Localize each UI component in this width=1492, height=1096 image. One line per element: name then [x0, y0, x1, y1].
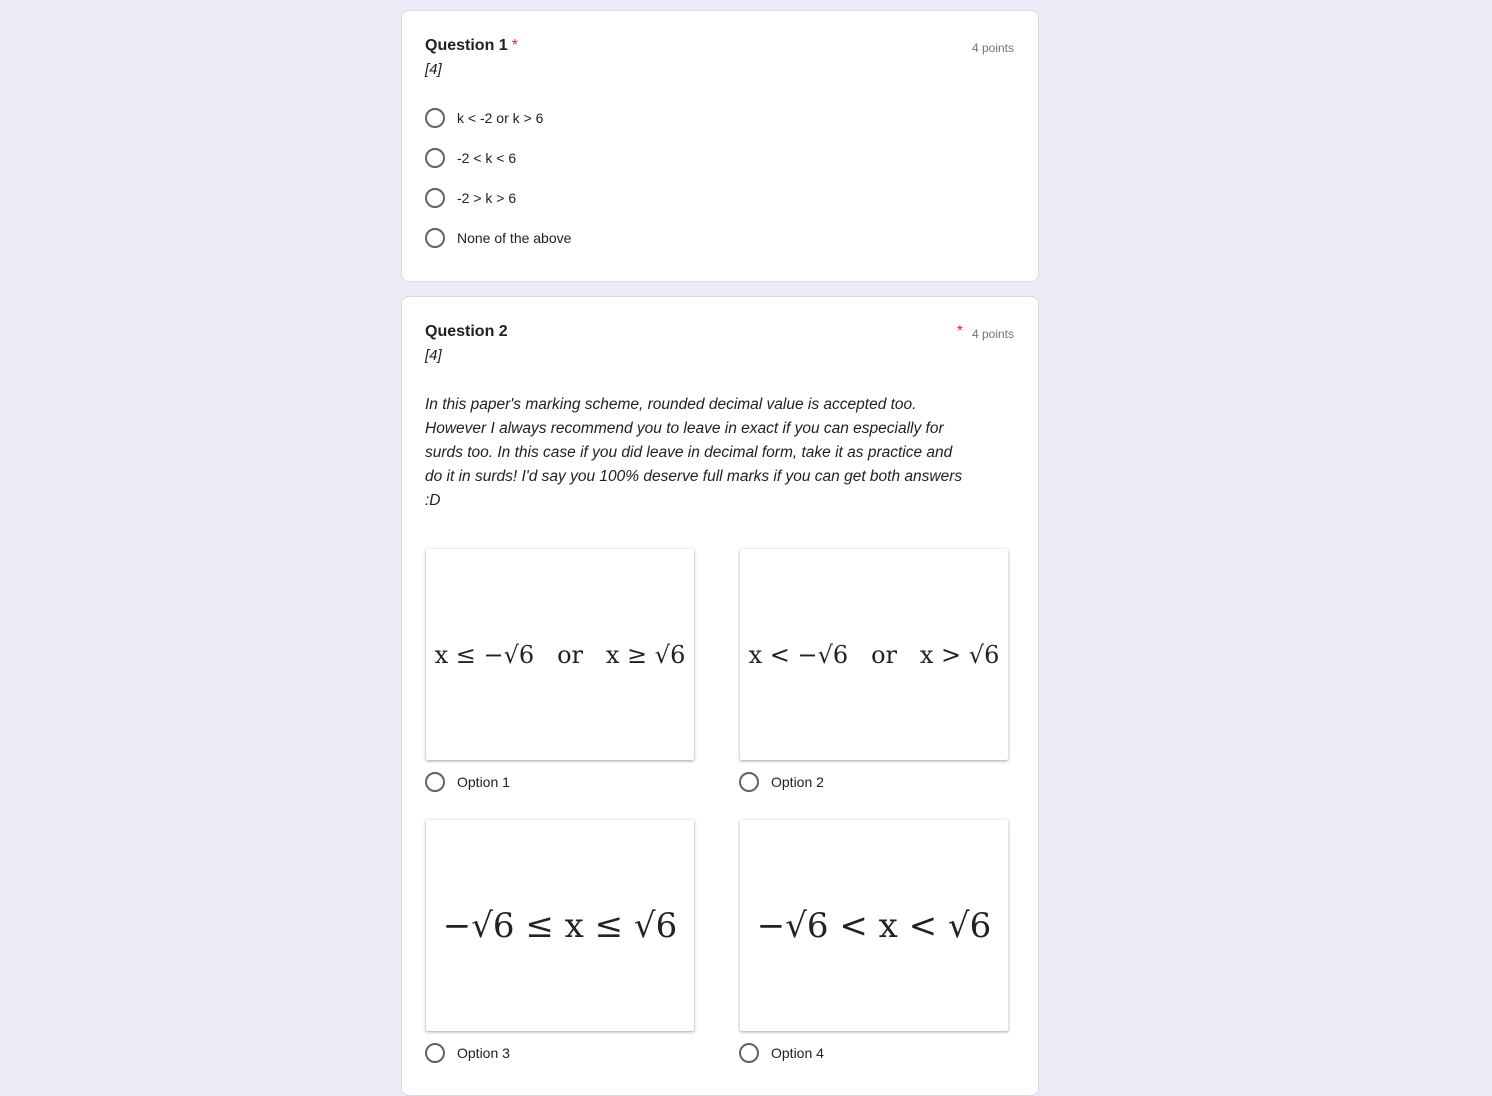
question-1-option-1[interactable]: k < -2 or k > 6: [425, 106, 543, 130]
radio-button[interactable]: [739, 772, 759, 792]
radio-button[interactable]: [425, 188, 445, 208]
option-2[interactable]: Option 2: [739, 770, 824, 794]
option-label: Option 4: [771, 1045, 824, 1061]
option-1-math: x ≤ −√6 or x ≥ √6: [434, 640, 686, 669]
question-1-option-4[interactable]: None of the above: [425, 226, 571, 250]
question-1-option-2[interactable]: -2 < k < 6: [425, 146, 516, 170]
option-3-image[interactable]: −√6 ≤ x ≤ √6: [426, 820, 694, 1031]
question-2-points: 4 points: [971, 327, 1014, 341]
option-2-math: x < −√6 or x > √6: [748, 640, 1000, 669]
option-label: Option 2: [771, 774, 824, 790]
radio-button[interactable]: [425, 148, 445, 168]
radio-button[interactable]: [425, 108, 445, 128]
required-asterisk: *: [956, 323, 963, 340]
question-1-description: [4]: [425, 61, 442, 78]
option-label: -2 > k > 6: [457, 190, 517, 206]
option-4[interactable]: Option 4: [739, 1041, 824, 1065]
option-1[interactable]: Option 1: [425, 770, 510, 794]
option-label: None of the above: [457, 230, 572, 246]
option-1-image[interactable]: x ≤ −√6 or x ≥ √6: [426, 549, 694, 760]
radio-button[interactable]: [425, 228, 445, 248]
question-1-option-3[interactable]: -2 > k > 6: [425, 186, 516, 210]
question-2-card: Question 2 * 4 points [4] In this paper'…: [401, 296, 1039, 1096]
option-label: Option 3: [457, 1045, 510, 1061]
option-4-math: −√6 < x < √6: [756, 905, 992, 946]
option-label: -2 < k < 6: [457, 150, 517, 166]
radio-button[interactable]: [425, 1043, 445, 1063]
question-2-description: [4]: [425, 347, 442, 364]
option-3[interactable]: Option 3: [425, 1041, 510, 1065]
option-label: k < -2 or k > 6: [457, 110, 544, 126]
radio-button[interactable]: [425, 772, 445, 792]
required-asterisk: *: [511, 37, 518, 54]
option-3-math: −√6 ≤ x ≤ √6: [442, 905, 678, 946]
option-label: Option 1: [457, 774, 510, 790]
question-1-title: Question 1 *: [425, 37, 518, 54]
radio-button[interactable]: [739, 1043, 759, 1063]
question-1-card: Question 1 * 4 points [4] k < -2 or k > 6…: [401, 10, 1039, 282]
option-4-image[interactable]: −√6 < x < √6: [740, 820, 1008, 1031]
question-1-points: 4 points: [971, 41, 1014, 55]
option-2-image[interactable]: x < −√6 or x > √6: [740, 549, 1008, 760]
question-2-title: Question 2: [425, 323, 508, 340]
question-2-long-description: In this paper's marking scheme, rounded …: [425, 396, 963, 509]
